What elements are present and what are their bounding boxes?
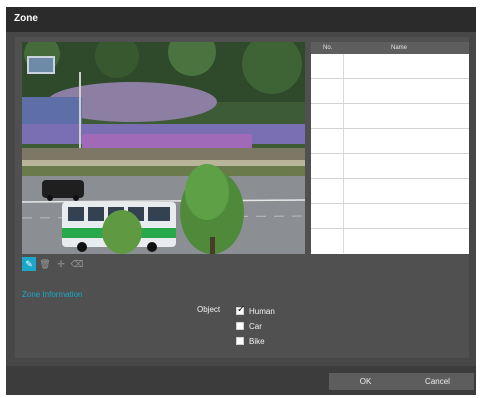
table-row[interactable] (311, 204, 469, 229)
table-row[interactable] (311, 129, 469, 154)
cancel-button[interactable]: Cancel (401, 373, 474, 390)
draw-zone-icon[interactable]: ✎ (22, 257, 36, 271)
bike-checkbox[interactable] (236, 337, 244, 345)
table-row[interactable] (311, 54, 469, 79)
camera-scene-image (22, 42, 305, 254)
car-checkbox[interactable] (236, 322, 244, 330)
column-header-no: No. (323, 45, 333, 51)
table-row[interactable] (311, 79, 469, 104)
car-option[interactable]: Car (236, 321, 262, 331)
table-header: No. Name (311, 42, 469, 54)
dialog-footer: OK Cancel (6, 366, 476, 395)
zone-information-heading: Zone Information (22, 290, 83, 299)
bike-option[interactable]: Bike (236, 336, 265, 346)
table-row[interactable] (311, 179, 469, 204)
object-label: Object (197, 305, 221, 314)
zone-list-table: No. Name (311, 42, 469, 254)
bike-label: Bike (249, 336, 265, 346)
human-checkbox[interactable] (236, 304, 245, 315)
table-row[interactable] (311, 104, 469, 129)
human-option[interactable]: Human (236, 304, 275, 316)
column-header-name: Name (391, 45, 408, 51)
ok-button[interactable]: OK (329, 373, 402, 390)
dialog-title: Zone (14, 13, 38, 24)
human-label: Human (249, 306, 275, 316)
camera-preview[interactable] (22, 42, 305, 254)
table-row[interactable] (311, 154, 469, 179)
car-label: Car (249, 321, 262, 331)
zone-content-panel: No. Name ✎ 🗑 ✛ ⌫ Zone Information Object… (15, 37, 469, 358)
title-bar: Zone (6, 7, 476, 32)
table-row[interactable] (311, 229, 469, 253)
zone-dialog: Zone No. Name ✎ 🗑 ✛ ⌫ Zone Information O… (6, 7, 476, 395)
clear-icon[interactable]: ⌫ (70, 257, 84, 271)
move-icon[interactable]: ✛ (54, 257, 68, 271)
delete-icon[interactable]: 🗑 (38, 257, 52, 271)
